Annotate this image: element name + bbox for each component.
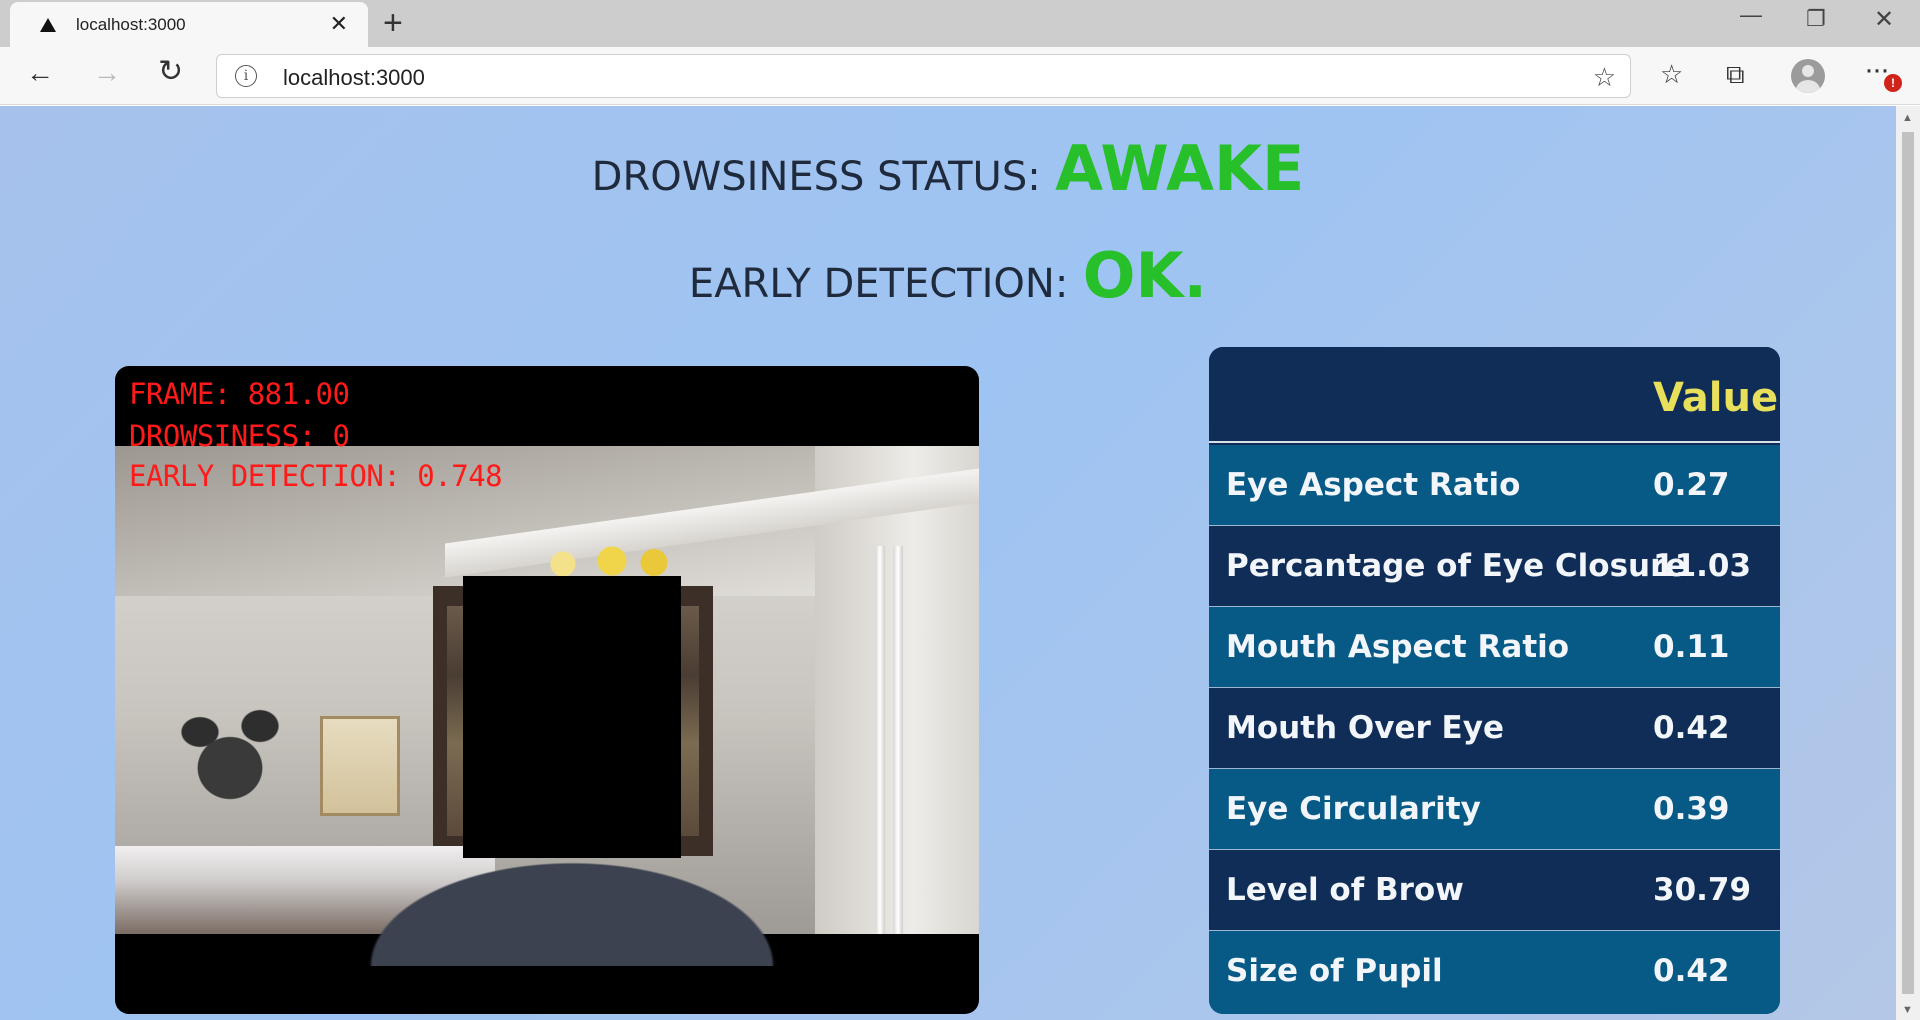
- restore-icon[interactable]: ❐: [1806, 8, 1826, 30]
- metric-value: 11.03: [1653, 548, 1752, 584]
- table-row: Level of Brow 30.79: [1209, 850, 1780, 931]
- url-text[interactable]: localhost:3000: [283, 65, 425, 91]
- metric-name: Mouth Over Eye: [1226, 710, 1504, 746]
- scroll-up-icon[interactable]: ▲: [1902, 112, 1913, 124]
- table-row: Size of Pupil 0.42: [1209, 931, 1780, 1014]
- camera-image: [115, 446, 979, 966]
- scrollbar-thumb[interactable]: [1902, 132, 1914, 994]
- tab-bar: localhost:3000 ✕ + — ❐ ✕: [0, 0, 1920, 47]
- early-detection-label: EARLY DETECTION:: [688, 261, 1069, 307]
- table-row: Mouth Aspect Ratio 0.11: [1209, 607, 1780, 688]
- page-content: DROWSINESS STATUS: AWAKE EARLY DETECTION…: [0, 106, 1896, 1020]
- close-tab-icon[interactable]: ✕: [330, 13, 348, 35]
- avatar-icon[interactable]: [1791, 59, 1825, 93]
- reload-icon[interactable]: ↻: [158, 57, 183, 87]
- window-close-icon[interactable]: ✕: [1874, 8, 1894, 32]
- info-icon[interactable]: i: [235, 65, 257, 87]
- camera-feed: FRAME: 881.00 DROWSINESS: 0 EARLY DETECT…: [115, 366, 979, 1014]
- browser-toolbar: ← → ↻ i localhost:3000 ☆ ☆ ⧉ ··· !: [0, 47, 1920, 105]
- metrics-table-header: Value: [1209, 347, 1780, 443]
- notification-badge: !: [1884, 74, 1902, 92]
- drowsiness-status-value: AWAKE: [1055, 132, 1305, 205]
- drowsiness-overlay-text: DROWSINESS: 0: [129, 419, 350, 453]
- metric-name: Eye Aspect Ratio: [1226, 467, 1521, 503]
- metric-name: Mouth Aspect Ratio: [1226, 629, 1570, 665]
- triangle-favicon-icon: [40, 18, 56, 32]
- star-add-icon[interactable]: ☆: [1593, 62, 1616, 93]
- browser-tab[interactable]: localhost:3000 ✕: [10, 2, 368, 47]
- address-bar[interactable]: i localhost:3000 ☆: [216, 54, 1631, 98]
- back-icon[interactable]: ←: [26, 59, 54, 87]
- table-row: Percantage of Eye Closure 11.03: [1209, 526, 1780, 607]
- early-detection-value: OK.: [1082, 239, 1208, 312]
- metric-value: 0.42: [1653, 710, 1730, 746]
- early-detection-status: EARLY DETECTION: OK.: [0, 239, 1896, 312]
- page-scrollbar[interactable]: ▲ ▼: [1896, 106, 1920, 1020]
- metric-value: 30.79: [1653, 872, 1752, 908]
- minimize-icon[interactable]: —: [1740, 4, 1762, 26]
- drowsiness-status: DROWSINESS STATUS: AWAKE: [0, 132, 1896, 205]
- metrics-table: Value Eye Aspect Ratio 0.27 Percantage o…: [1209, 347, 1780, 1014]
- metric-name: Eye Circularity: [1226, 791, 1481, 827]
- forward-icon[interactable]: →: [93, 59, 121, 87]
- metric-name: Size of Pupil: [1226, 953, 1443, 989]
- early-detection-overlay-text: EARLY DETECTION: 0.748: [129, 459, 503, 493]
- table-row: Eye Aspect Ratio 0.27: [1209, 445, 1780, 526]
- drowsiness-status-label: DROWSINESS STATUS:: [591, 154, 1041, 200]
- metric-name: Level of Brow: [1226, 872, 1464, 908]
- metric-value: 0.42: [1653, 953, 1730, 989]
- collections-icon[interactable]: ⧉: [1726, 61, 1745, 87]
- favorites-icon[interactable]: ☆: [1660, 61, 1683, 87]
- metric-value: 0.11: [1653, 629, 1730, 665]
- table-row: Eye Circularity 0.39: [1209, 769, 1780, 850]
- new-tab-button[interactable]: +: [383, 6, 403, 40]
- face-redaction-box: [463, 576, 681, 858]
- metric-value: 0.27: [1653, 467, 1730, 503]
- scroll-down-icon[interactable]: ▼: [1902, 1004, 1913, 1016]
- tab-title: localhost:3000: [76, 15, 186, 34]
- metric-name: Percantage of Eye Closure: [1226, 548, 1687, 584]
- metric-value: 0.39: [1653, 791, 1730, 827]
- frame-overlay-text: FRAME: 881.00: [129, 377, 350, 411]
- table-row: Mouth Over Eye 0.42: [1209, 688, 1780, 769]
- value-column-header: Value: [1653, 375, 1779, 421]
